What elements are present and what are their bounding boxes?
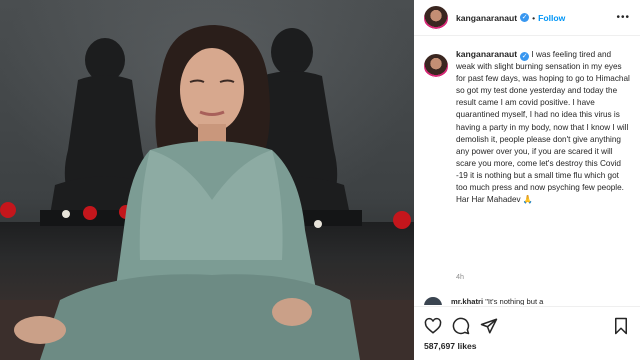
heart-icon[interactable] bbox=[424, 317, 442, 335]
post-photo[interactable] bbox=[0, 0, 414, 360]
caption: kanganaranaut ✓ I was feeling tired and w… bbox=[456, 48, 632, 290]
caption-text: I was feeling tired and weak with slight… bbox=[456, 50, 630, 205]
post-timestamp[interactable]: 4h bbox=[456, 272, 464, 281]
commenter-username[interactable]: mr.khatri bbox=[451, 297, 483, 305]
caption-block: kanganaranaut ✓ I was feeling tired and w… bbox=[414, 48, 640, 290]
follow-button[interactable]: Follow bbox=[538, 13, 565, 23]
commenter-avatar[interactable] bbox=[424, 297, 442, 305]
post-header: kanganaranaut ✓ • Follow ••• bbox=[414, 0, 640, 36]
verified-badge-icon: ✓ bbox=[520, 13, 530, 22]
comment-preview: mr.khatri "It's nothing but a bbox=[424, 297, 630, 305]
verified-badge-icon: ✓ bbox=[520, 52, 530, 61]
comment-icon[interactable] bbox=[452, 317, 470, 335]
post-sidebar: kanganaranaut ✓ • Follow ••• kanganarana… bbox=[414, 0, 640, 360]
photo-scene bbox=[0, 25, 411, 360]
caption-author-avatar[interactable] bbox=[424, 54, 448, 78]
likes-count[interactable]: 587,697 likes bbox=[424, 341, 477, 351]
comment-body: "It's nothing but a bbox=[485, 297, 544, 305]
author-avatar[interactable] bbox=[424, 5, 448, 30]
share-icon[interactable] bbox=[480, 317, 498, 335]
action-bar: 587,697 likes bbox=[414, 306, 640, 360]
author-username[interactable]: kanganaranaut bbox=[456, 13, 517, 23]
more-options-icon[interactable]: ••• bbox=[616, 12, 630, 23]
caption-author-username[interactable]: kanganaranaut bbox=[456, 49, 517, 59]
header-separator: • bbox=[532, 12, 536, 23]
comment-text: mr.khatri "It's nothing but a bbox=[451, 297, 543, 305]
bookmark-icon[interactable] bbox=[612, 317, 630, 335]
